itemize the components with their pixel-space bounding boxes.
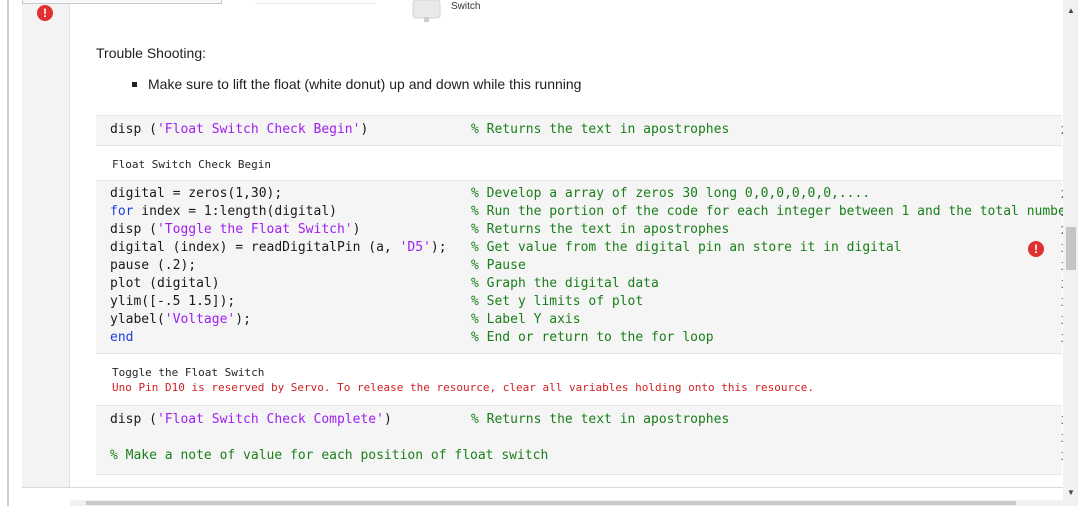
code-line[interactable]: end (110, 329, 133, 347)
code-comment: % Label Y axis (471, 312, 581, 327)
panel-divider[interactable] (7, 0, 9, 506)
code-comment: % Pause (471, 258, 526, 273)
warning-icon[interactable]: ! (37, 5, 53, 21)
code-text: ) (383, 412, 392, 427)
keyword: end (110, 330, 134, 345)
code-line[interactable]: disp ('Float Switch Check Begin') (110, 121, 368, 139)
code-text: ylabel( (110, 312, 165, 327)
code-line[interactable]: ylabel('Voltage'); (110, 311, 251, 329)
command-output: Toggle the Float Switch (112, 366, 265, 379)
figure-frame (22, 0, 222, 4)
horizontal-scrollbar-thumb[interactable] (86, 501, 1016, 505)
code-comment: % Returns the text in apostrophes (471, 222, 730, 237)
string-literal: 'D5' (399, 240, 431, 255)
code-text: pause (.2); (110, 258, 197, 273)
code-text: ylim([-.5 1.5]); (110, 294, 236, 309)
code-text: ) (352, 222, 361, 237)
code-line[interactable]: digital = zeros(1,30); (110, 185, 282, 203)
code-comment: % Returns the text in apostrophes (471, 122, 730, 137)
bullet-item: Make sure to lift the float (white donut… (131, 76, 582, 92)
float-switch-image (412, 0, 441, 22)
code-text: digital = zeros(1,30); (110, 186, 283, 201)
line-number-gutter (22, 0, 70, 487)
code-comment[interactable]: % Make a note of value for each position… (110, 447, 548, 465)
code-text: digital (index) = readDigitalPin (a, (110, 240, 400, 255)
divider (255, 3, 375, 4)
code-comment: % Run the portion of the code for each i… (471, 204, 1074, 219)
code-line[interactable]: disp ('Toggle the Float Switch') (110, 221, 360, 239)
code-line[interactable]: digital (index) = readDigitalPin (a, 'D5… (110, 239, 447, 257)
code-text: ); (235, 312, 251, 327)
keyword: for (110, 204, 134, 219)
code-text: disp ( (110, 412, 157, 427)
code-text: ) (360, 122, 369, 137)
string-literal: 'Float Switch Check Complete' (156, 412, 384, 427)
divider (22, 487, 1063, 488)
code-comment: % Set y limits of plot (471, 294, 644, 309)
code-text: disp ( (110, 122, 157, 137)
trouble-shooting-heading: Trouble Shooting: (96, 45, 206, 61)
scroll-up-icon[interactable]: ▲ (1066, 6, 1076, 15)
command-output: Float Switch Check Begin (112, 158, 271, 171)
code-line[interactable]: ylim([-.5 1.5]); (110, 293, 235, 311)
code-text: plot (digital) (110, 276, 220, 291)
code-line[interactable]: for index = 1:length(digital) (110, 203, 337, 221)
code-comment: % Returns the text in apostrophes (471, 412, 730, 427)
error-message: Uno Pin D10 is reserved by Servo. To rel… (112, 381, 814, 394)
string-literal: 'Toggle the Float Switch' (156, 222, 353, 237)
code-comment: % Develop a array of zeros 30 long 0,0,0… (471, 186, 871, 201)
code-text: disp ( (110, 222, 157, 237)
code-line[interactable]: pause (.2); (110, 257, 196, 275)
code-line[interactable]: disp ('Float Switch Check Complete') (110, 411, 392, 429)
code-text: index = 1:length(digital) (133, 204, 337, 219)
string-literal: 'Voltage' (164, 312, 236, 327)
code-comment: % End or return to the for loop (471, 330, 714, 345)
vertical-scrollbar-thumb[interactable] (1066, 227, 1076, 270)
bullet-text: Make sure to lift the float (white donut… (148, 76, 582, 92)
warning-icon[interactable]: ! (1028, 241, 1044, 257)
code-comment: % Get value from the digital pin an stor… (471, 240, 902, 255)
image-caption: Switch (451, 1, 481, 12)
code-comment: % Graph the digital data (471, 276, 659, 291)
code-line[interactable]: plot (digital) (110, 275, 220, 293)
code-text: ); (430, 240, 447, 255)
scroll-down-icon[interactable]: ▼ (1066, 488, 1076, 497)
string-literal: 'Float Switch Check Begin' (156, 122, 361, 137)
